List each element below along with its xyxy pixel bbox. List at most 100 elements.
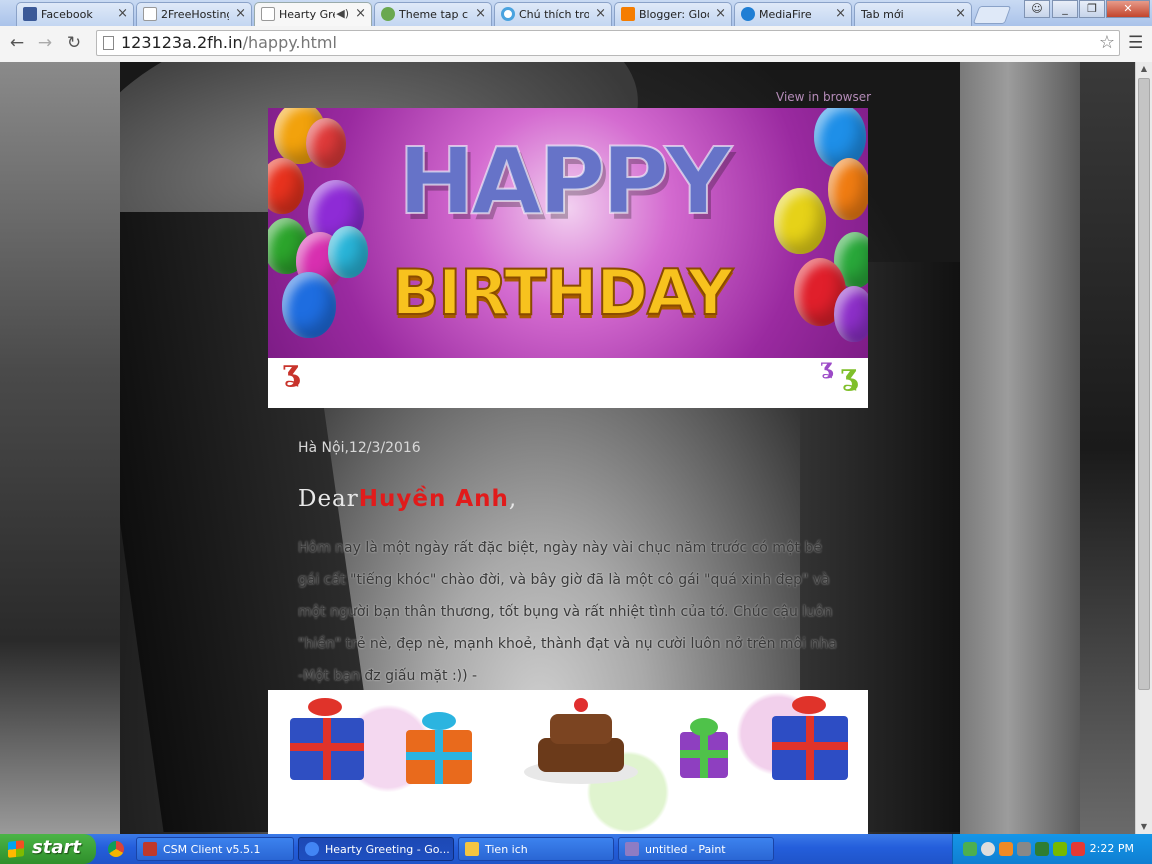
antivirus-icon[interactable] <box>1071 842 1085 856</box>
taskbar-button-label: untitled - Paint <box>645 843 726 856</box>
start-button[interactable]: start <box>0 834 96 864</box>
tab-hearty-greeting[interactable]: Hearty Gre ◀) × <box>254 2 372 27</box>
close-icon[interactable]: × <box>835 6 846 21</box>
new-tab-button[interactable] <box>972 6 1012 24</box>
balloon-icon <box>834 286 868 342</box>
gift-box-icon <box>290 718 364 780</box>
greeting-prefix: Dear <box>298 486 359 512</box>
balloon-icon <box>282 272 336 338</box>
tab-label: Facebook <box>41 8 93 21</box>
tab-label: Hearty Gre <box>279 8 335 21</box>
back-arrow-icon[interactable]: ← <box>6 32 28 54</box>
vlc-icon[interactable] <box>999 842 1013 856</box>
browser-toolbar: ← → ↻ 123123a.2fh.in/happy.html ☆ ☰ <box>0 26 1152 63</box>
tab-label: MediaFire <box>759 8 812 21</box>
recipient-name: Huyền Anh <box>358 486 509 512</box>
reload-icon[interactable]: ↻ <box>63 32 85 54</box>
gifts-banner <box>268 690 868 834</box>
close-icon[interactable]: × <box>475 6 486 21</box>
tab-label: 2FreeHosting <box>161 8 229 21</box>
url-path: /happy.html <box>242 33 337 52</box>
view-in-browser-link[interactable]: View in browser <box>776 90 871 104</box>
taskbar-button-label: CSM Client v5.5.1 <box>163 843 261 856</box>
clock: 2:22 PM <box>1089 842 1134 855</box>
start-label: start <box>32 837 81 858</box>
system-tray: 2:22 PM <box>952 834 1152 864</box>
letter-date: Hà Nội,12/3/2016 <box>298 440 421 456</box>
balloon-icon <box>774 188 826 254</box>
chrome-icon[interactable] <box>108 841 124 857</box>
banner-happy-text: HAPPY <box>397 128 733 235</box>
tab-mediafire[interactable]: MediaFire × <box>734 2 852 26</box>
mediafire-icon <box>741 7 755 21</box>
tab-facebook[interactable]: Facebook × <box>16 2 134 26</box>
balloon-icon <box>328 226 368 278</box>
tab-blogger[interactable]: Blogger: Gloo × <box>614 2 732 26</box>
maximize-button[interactable]: ❐ <box>1079 0 1105 18</box>
page-icon <box>143 7 157 21</box>
scrollbar-thumb[interactable] <box>1138 78 1150 690</box>
background-right-edge <box>1080 62 1135 834</box>
close-icon[interactable]: × <box>235 6 246 21</box>
close-icon[interactable]: × <box>595 6 606 21</box>
facebook-icon <box>23 7 37 21</box>
tab-chu-thich[interactable]: Chú thích tron × <box>494 2 612 26</box>
chrome-icon <box>305 842 319 856</box>
tab-label: Tab mới <box>861 8 904 21</box>
tab-2freehosting[interactable]: 2FreeHosting × <box>136 2 252 26</box>
address-bar[interactable]: 123123a.2fh.in/happy.html ☆ <box>96 30 1120 56</box>
blogger-icon <box>621 7 635 21</box>
ribbon-curl-icon: ʓ <box>840 358 858 393</box>
speaker-icon: ◀) <box>336 7 349 20</box>
cherry-icon <box>574 698 588 712</box>
balloon-icon <box>814 108 866 168</box>
tab-theme-tap-chi[interactable]: Theme tap chí × <box>374 2 492 26</box>
bookmark-star-icon[interactable]: ☆ <box>1099 32 1115 53</box>
status-icon[interactable] <box>981 842 995 856</box>
gift-bow-icon <box>690 718 718 736</box>
close-icon[interactable]: × <box>355 6 366 21</box>
windows-logo-icon <box>8 840 24 858</box>
url-host: 123123a.2fh.in <box>121 33 243 52</box>
scroll-down-arrow-icon[interactable]: ▼ <box>1136 820 1152 834</box>
close-icon[interactable]: × <box>955 6 966 21</box>
nvidia-icon[interactable] <box>1053 842 1067 856</box>
banner-happy: HAPPY <box>397 128 733 235</box>
security-icon[interactable] <box>1035 842 1049 856</box>
forward-arrow-icon[interactable]: → <box>34 32 56 54</box>
birthday-banner: HAPPY BIRTHDAY ʓ ʓ ʓ <box>268 108 868 408</box>
scroll-up-arrow-icon[interactable]: ▲ <box>1136 62 1152 76</box>
ribbon-curl-icon: ʓ <box>820 354 833 380</box>
tab-label: Theme tap chí <box>399 8 469 21</box>
gift-box-icon <box>680 732 728 778</box>
user-icon[interactable]: ☺ <box>1024 0 1050 18</box>
taskbar-button-label: Hearty Greeting - Go... <box>325 843 450 856</box>
tab-new[interactable]: Tab mới × <box>854 2 972 26</box>
taskbar-button-hearty-greeting[interactable]: Hearty Greeting - Go... <box>298 837 454 861</box>
theme-icon <box>381 7 395 21</box>
windows-taskbar: start CSM Client v5.5.1 Hearty Greeting … <box>0 834 1152 864</box>
menu-icon[interactable]: ☰ <box>1128 33 1143 53</box>
page-scrollbar[interactable]: ▲ ▼ <box>1135 62 1152 834</box>
network-icon[interactable] <box>1017 842 1031 856</box>
taskbar-button-label: Tien ich <box>485 843 528 856</box>
banner-birthday: BIRTHDAY <box>391 255 734 330</box>
page-icon <box>103 36 114 50</box>
taskbar-button-csm-client[interactable]: CSM Client v5.5.1 <box>136 837 294 861</box>
loading-icon <box>501 7 515 21</box>
letter-greeting: DearHuyền Anh, <box>298 486 517 512</box>
close-window-button[interactable]: ✕ <box>1106 0 1150 18</box>
background-right <box>960 62 1080 834</box>
taskbar-button-paint[interactable]: untitled - Paint <box>618 837 774 861</box>
close-icon[interactable]: × <box>715 6 726 21</box>
tab-strip: Facebook × 2FreeHosting × Hearty Gre ◀) … <box>0 0 1152 27</box>
close-icon[interactable]: × <box>117 6 128 21</box>
minimize-button[interactable]: _ <box>1052 0 1078 18</box>
background-left <box>0 62 120 834</box>
gift-box-icon <box>772 716 848 780</box>
paint-icon <box>625 842 639 856</box>
page-icon <box>261 7 275 21</box>
taskbar-button-tien-ich[interactable]: Tien ich <box>458 837 614 861</box>
xbox-icon[interactable] <box>963 842 977 856</box>
gift-bow-icon <box>308 698 342 716</box>
